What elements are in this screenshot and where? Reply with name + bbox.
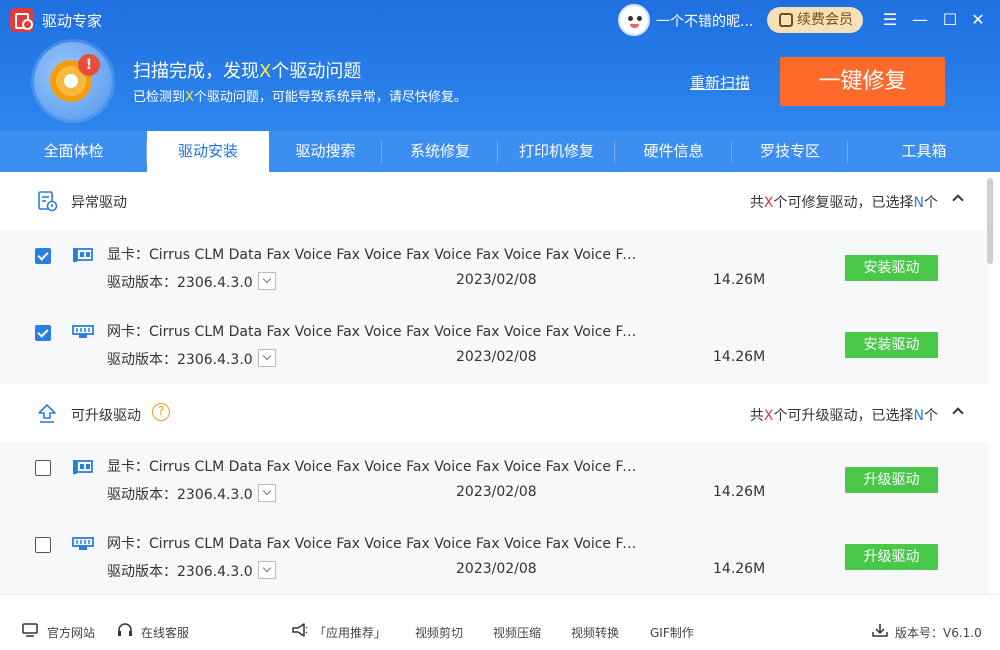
app-logo-icon [10, 8, 34, 32]
gif-make-link[interactable]: GIF制作 [650, 624, 694, 641]
driver-name: 显卡：Cirrus CLM Data Fax Voice Fax Voice F… [107, 459, 642, 475]
maximize-icon[interactable]: ☐ [940, 10, 960, 30]
header: 驱动专家 一个不错的昵... 续费会员 ☰ — ☐ ✕ ! 扫描完成，发现X个驱… [0, 0, 1000, 131]
section-summary: 共X个可升级驱动，已选择N个 [749, 408, 938, 424]
video-edit-link[interactable]: 视频剪切 [415, 624, 463, 641]
driver-date: 2023/02/08 [456, 561, 537, 577]
monitor-icon [22, 623, 38, 637]
driver-date: 2023/02/08 [456, 272, 537, 288]
row-checkbox[interactable] [35, 460, 51, 476]
renew-label: 续费会员 [797, 12, 853, 28]
driver-list: 异常驱动 共X个可修复驱动，已选择N个 显卡：Cirrus CLM Data F… [0, 172, 1000, 594]
table-row: 显卡：Cirrus CLM Data Fax Voice Fax Voice F… [0, 442, 988, 519]
driver-warning-icon [38, 191, 58, 212]
section-abnormal-header: 异常驱动 共X个可修复驱动，已选择N个 [0, 172, 988, 230]
user-avatar[interactable] [618, 4, 650, 36]
version-dropdown[interactable] [258, 349, 276, 367]
display-card-icon [73, 460, 93, 474]
driver-version: 驱动版本：2306.4.3.0 [107, 564, 253, 580]
tab-driver-install[interactable]: 驱动安装 [147, 131, 269, 172]
section-upgrade-header: 可升级驱动 ? 共X个可升级驱动，已选择N个 [0, 385, 988, 443]
driver-name: 网卡：Cirrus CLM Data Fax Voice Fax Voice F… [107, 536, 642, 552]
version-dropdown[interactable] [258, 272, 276, 290]
minimize-icon[interactable]: — [910, 10, 930, 30]
driver-size: 14.26M [713, 349, 766, 365]
display-card-icon [73, 248, 93, 262]
video-compress-link[interactable]: 视频压缩 [493, 624, 541, 641]
driver-name: 显卡：Cirrus CLM Data Fax Voice Fax Voice F… [107, 247, 642, 263]
thumb-up-icon [779, 13, 793, 27]
alert-icon: ! [78, 54, 100, 76]
tab-full-check[interactable]: 全面体检 [0, 131, 147, 172]
upgrade-arrow-icon [38, 404, 56, 423]
tab-driver-search[interactable]: 驱动搜索 [269, 131, 382, 172]
official-site-link[interactable]: 官方网站 [47, 624, 95, 641]
driver-version: 驱动版本：2306.4.3.0 [107, 487, 253, 503]
driver-size: 14.26M [713, 561, 766, 577]
online-support-link[interactable]: 在线客服 [141, 624, 189, 641]
main-tabs: 全面体检 驱动安装 驱动搜索 系统修复 打印机修复 硬件信息 罗技专区 工具箱 [0, 131, 1000, 172]
row-checkbox[interactable] [35, 325, 51, 341]
section-summary: 共X个可修复驱动，已选择N个 [749, 195, 938, 211]
version-dropdown[interactable] [258, 484, 276, 502]
driver-name: 网卡：Cirrus CLM Data Fax Voice Fax Voice F… [107, 324, 642, 340]
section-title: 可升级驱动 [71, 408, 141, 424]
rescan-link[interactable]: 重新扫描 [690, 72, 750, 93]
driver-version: 驱动版本：2306.4.3.0 [107, 275, 253, 291]
scan-title: 扫描完成，发现X个驱动问题 [133, 61, 362, 82]
scan-subtitle: 已检测到X个驱动问题，可能导致系统异常，请尽快修复。 [133, 90, 467, 105]
close-icon[interactable]: ✕ [968, 10, 988, 30]
driver-size: 14.26M [713, 484, 766, 500]
version-number: 版本号：V6.1.0 [895, 626, 982, 640]
video-convert-link[interactable]: 视频转换 [571, 624, 619, 641]
footer: 官方网站 在线客服 「应用推荐」 视频剪切 视频压缩 视频转换 GIF制作 版本… [0, 594, 1000, 650]
driver-date: 2023/02/08 [456, 349, 537, 365]
network-card-icon [72, 537, 94, 550]
chevron-up-icon[interactable] [952, 194, 964, 206]
install-driver-button[interactable]: 安装驱动 [845, 255, 938, 281]
table-row: 网卡：Cirrus CLM Data Fax Voice Fax Voice F… [0, 519, 988, 594]
one-click-fix-button[interactable]: 一键修复 [780, 57, 945, 106]
scan-status-badge: ! [34, 42, 112, 120]
download-icon [872, 624, 888, 637]
menu-icon[interactable]: ☰ [880, 10, 900, 30]
row-checkbox[interactable] [35, 537, 51, 553]
table-row: 显卡：Cirrus CLM Data Fax Voice Fax Voice F… [0, 230, 988, 307]
upgrade-driver-button[interactable]: 升级驱动 [845, 544, 938, 570]
user-name[interactable]: 一个不错的昵... [656, 11, 753, 31]
network-card-icon [72, 325, 94, 338]
driver-size: 14.26M [713, 272, 766, 288]
help-icon[interactable]: ? [152, 403, 170, 421]
headset-icon [118, 623, 132, 636]
driver-date: 2023/02/08 [456, 484, 537, 500]
renew-membership-button[interactable]: 续费会员 [767, 7, 863, 33]
version-dropdown[interactable] [258, 561, 276, 579]
driver-version: 驱动版本：2306.4.3.0 [107, 352, 253, 368]
tab-logitech-zone[interactable]: 罗技专区 [732, 131, 848, 172]
tab-hardware-info[interactable]: 硬件信息 [615, 131, 732, 172]
app-recommend-label: 「应用推荐」 [314, 626, 387, 640]
tab-system-repair[interactable]: 系统修复 [382, 131, 498, 172]
app-title: 驱动专家 [42, 12, 103, 30]
upgrade-driver-button[interactable]: 升级驱动 [845, 467, 938, 493]
row-checkbox[interactable] [35, 248, 51, 264]
table-row: 网卡：Cirrus CLM Data Fax Voice Fax Voice F… [0, 307, 988, 384]
tab-printer-repair[interactable]: 打印机修复 [498, 131, 615, 172]
megaphone-icon [292, 623, 308, 637]
section-title: 异常驱动 [71, 195, 127, 211]
chevron-up-icon[interactable] [952, 407, 964, 419]
install-driver-button[interactable]: 安装驱动 [845, 332, 938, 358]
tab-toolbox[interactable]: 工具箱 [848, 131, 1000, 172]
scrollbar[interactable] [987, 178, 993, 264]
